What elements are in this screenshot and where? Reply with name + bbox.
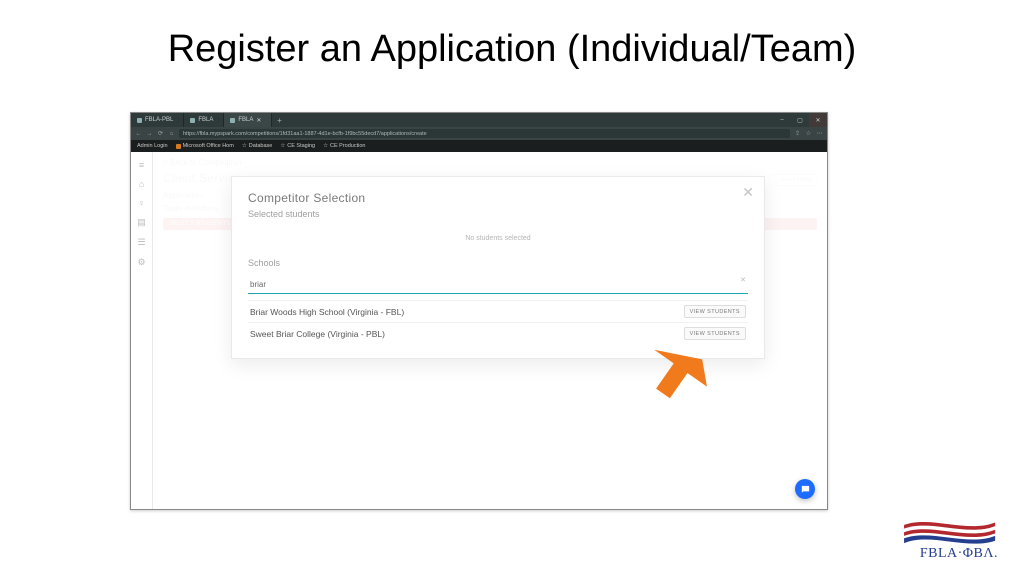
close-window-button[interactable]: ✕ xyxy=(809,113,827,127)
school-name: Briar Woods High School (Virginia - FBL) xyxy=(250,307,404,317)
settings-icon[interactable]: ⚙ xyxy=(137,257,145,268)
bookmark-bar: Admin Login Microsoft Office Hom ☆ Datab… xyxy=(131,140,827,152)
selected-students-label: Selected students xyxy=(248,209,748,219)
browser-window: FBLA-PBL FBLA FBLA ✕ + – ▢ ✕ ← → ⟳ ⌂ htt… xyxy=(130,112,828,510)
tab-label: FBLA xyxy=(198,117,213,123)
app-content: ≡ ⌂ ♀ ▤ ☰ ⚙ < Back to Competition Client… xyxy=(131,152,827,509)
tab-favicon xyxy=(137,118,142,123)
flag-icon xyxy=(900,514,998,548)
school-result-row: Sweet Briar College (Virginia - PBL) VIE… xyxy=(248,322,748,344)
tab-label: FBLA xyxy=(238,117,253,123)
share-icon[interactable]: ⇪ xyxy=(794,130,801,137)
view-students-button[interactable]: VIEW STUDENTS xyxy=(684,305,746,318)
bookmark-ms-office[interactable]: Microsoft Office Hom xyxy=(176,143,234,149)
bookmark-star-icon[interactable]: ☆ xyxy=(805,130,812,137)
school-result-row: Briar Woods High School (Virginia - FBL)… xyxy=(248,300,748,322)
ms-icon xyxy=(176,144,181,149)
menu-icon[interactable]: ≡ xyxy=(139,160,144,170)
url-input[interactable]: https://fbla.mypspark.com/competitions/1… xyxy=(179,129,790,138)
tab-favicon xyxy=(230,118,235,123)
fbla-logo: FBLA·ΦBΛ. xyxy=(900,514,998,562)
tab-favicon xyxy=(190,118,195,123)
address-bar: ← → ⟳ ⌂ https://fbla.mypspark.com/compet… xyxy=(131,127,827,140)
forward-icon[interactable]: → xyxy=(146,131,153,137)
schools-label: Schools xyxy=(248,258,748,268)
home-nav-icon[interactable]: ⌂ xyxy=(139,179,144,189)
close-tab-icon[interactable]: ✕ xyxy=(256,117,261,124)
clear-search-icon[interactable]: ✕ xyxy=(740,276,746,284)
view-students-button[interactable]: VIEW STUDENTS xyxy=(684,327,746,340)
tab-fbla-pbl[interactable]: FBLA-PBL xyxy=(131,113,184,127)
modal-title: Competitor Selection xyxy=(248,191,748,205)
logo-text: FBLA·ΦBΛ. xyxy=(920,546,998,562)
home-icon[interactable]: ⌂ xyxy=(168,131,175,137)
tab-fbla-active[interactable]: FBLA ✕ xyxy=(224,113,272,127)
bookmark-admin-login[interactable]: Admin Login xyxy=(137,143,168,149)
tab-fbla-1[interactable]: FBLA xyxy=(184,113,224,127)
left-nav-rail: ≡ ⌂ ♀ ▤ ☰ ⚙ xyxy=(131,152,153,509)
bookmark-ce-production[interactable]: ☆ CE Production xyxy=(323,143,365,149)
bookmark-database[interactable]: ☆ Database xyxy=(242,143,272,149)
bookmark-ce-staging[interactable]: ☆ CE Staging xyxy=(280,143,315,149)
reload-icon[interactable]: ⟳ xyxy=(157,130,164,137)
back-icon[interactable]: ← xyxy=(135,131,142,137)
window-controls: – ▢ ✕ xyxy=(773,113,827,127)
chat-help-button[interactable] xyxy=(795,479,815,499)
tab-strip: FBLA-PBL FBLA FBLA ✕ + – ▢ ✕ xyxy=(131,113,827,127)
tab-label: FBLA-PBL xyxy=(145,117,173,123)
no-students-text: No students selected xyxy=(248,229,748,252)
minimize-button[interactable]: – xyxy=(773,113,791,127)
trophy-icon[interactable]: ♀ xyxy=(138,198,145,208)
slide-title: Register an Application (Individual/Team… xyxy=(0,28,1024,71)
list-icon[interactable]: ☰ xyxy=(137,237,145,248)
school-search-input[interactable] xyxy=(248,277,748,293)
new-tab-button[interactable]: + xyxy=(272,113,286,127)
forms-icon[interactable]: ▤ xyxy=(137,217,146,228)
school-search-wrap: ✕ xyxy=(248,274,748,294)
school-name: Sweet Briar College (Virginia - PBL) xyxy=(250,329,385,339)
more-icon[interactable]: ⋯ xyxy=(816,130,823,137)
chat-icon xyxy=(800,484,811,495)
competitor-selection-modal: ✕ Competitor Selection Selected students… xyxy=(231,176,765,359)
close-modal-icon[interactable]: ✕ xyxy=(742,185,754,199)
maximize-button[interactable]: ▢ xyxy=(791,113,809,127)
